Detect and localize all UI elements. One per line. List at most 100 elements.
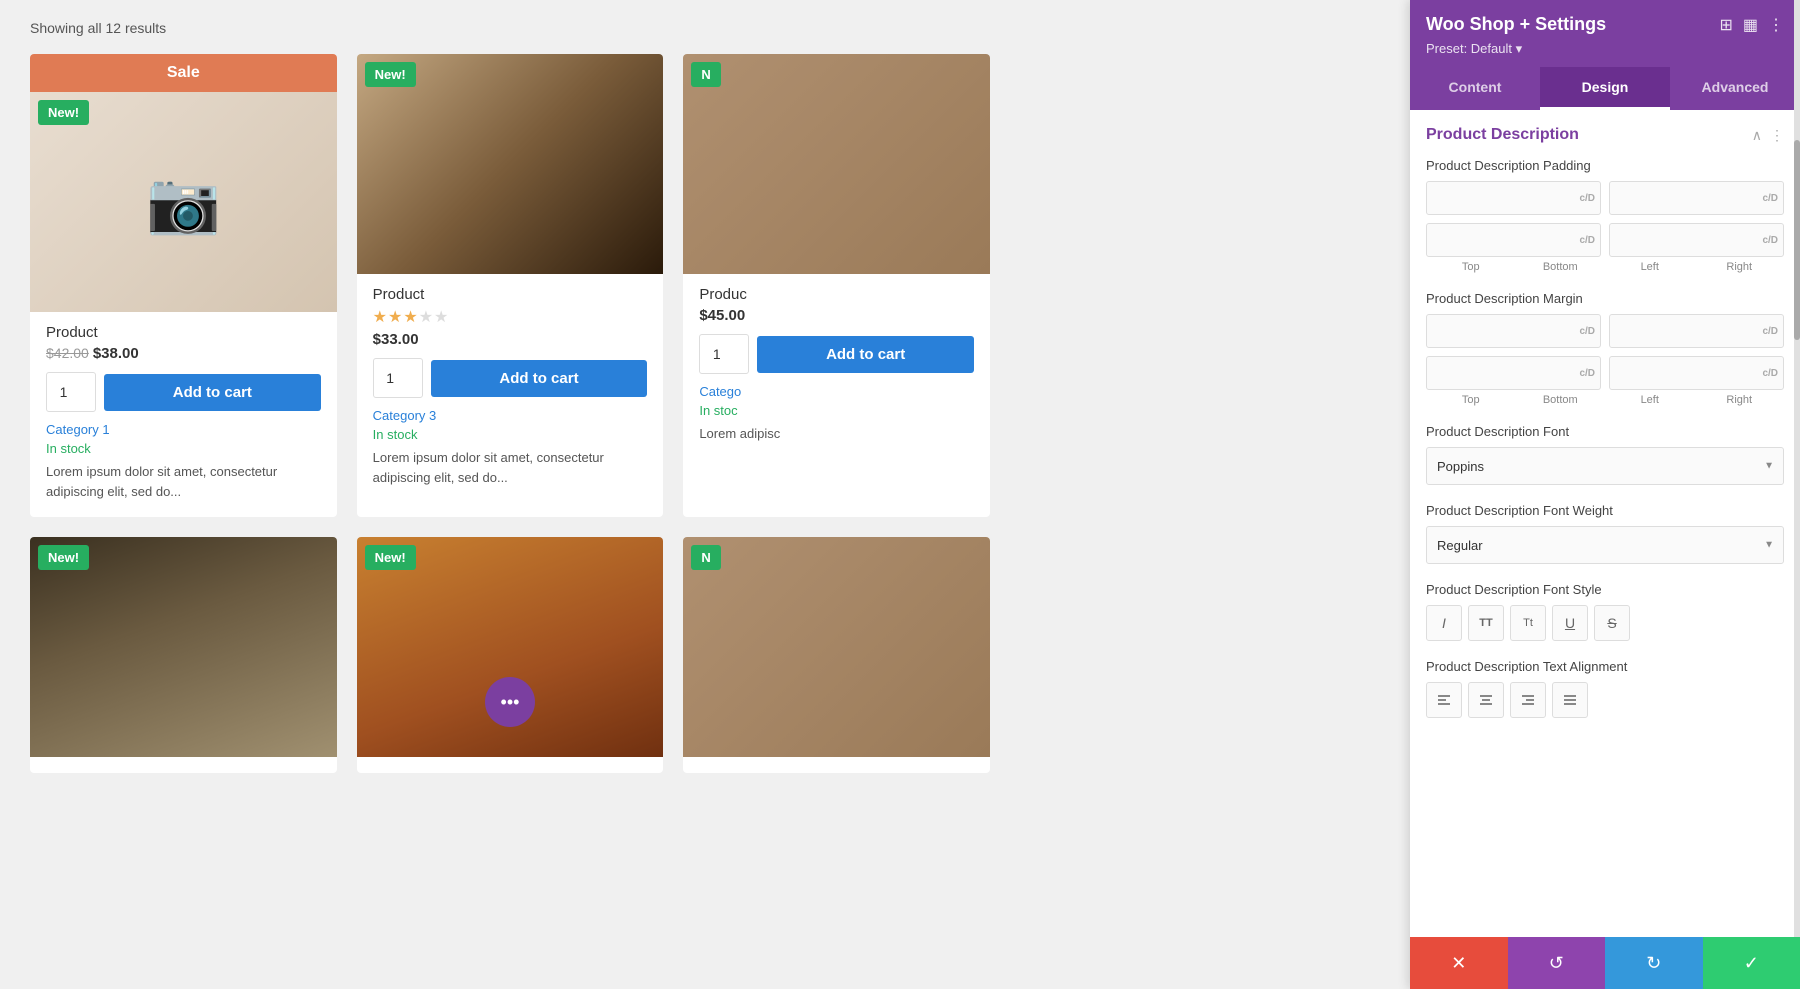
product-card-4: New! xyxy=(30,537,337,773)
padding-left-input-wrap: c/D xyxy=(1426,223,1601,257)
product-card-5: New! ••• xyxy=(357,537,664,773)
margin-left-input[interactable] xyxy=(1426,356,1601,390)
section-collapse-icon[interactable]: ∧ xyxy=(1752,127,1762,144)
products-grid: Sale 📷 New! Product $42.00$38.00 Add to … xyxy=(30,54,990,517)
tab-content[interactable]: Content xyxy=(1410,67,1540,110)
product-card-2: New! Product ★★★★★ $33.00 Add to cart Ca… xyxy=(357,54,664,517)
font-style-buttons: I TT Tt U S xyxy=(1426,605,1784,641)
align-buttons xyxy=(1426,682,1784,718)
price-new-3: $45.00 xyxy=(699,307,745,324)
product-image-5: New! ••• xyxy=(357,537,664,757)
margin-left-unit: c/D xyxy=(1579,368,1595,379)
add-to-cart-row-2: Add to cart xyxy=(373,358,648,398)
add-to-cart-row-3: Add to cart xyxy=(699,334,974,374)
scrollbar-track xyxy=(1794,0,1800,937)
margin-bottom-input-wrap: c/D xyxy=(1609,314,1784,348)
margin-group: Product Description Margin c/D c/D c/D c… xyxy=(1426,291,1784,406)
style-underline-btn[interactable]: U xyxy=(1552,605,1588,641)
add-to-cart-btn-3[interactable]: Add to cart xyxy=(757,336,974,373)
margin-right-label: Right xyxy=(1695,394,1785,406)
padding-top-input-wrap: c/D xyxy=(1426,181,1601,215)
product-price-2: $33.00 xyxy=(373,331,648,348)
bottom-products-grid: New! New! ••• N xyxy=(30,537,990,773)
style-strikethrough-btn[interactable]: S xyxy=(1594,605,1630,641)
category-link-1[interactable]: Category 1 xyxy=(46,422,321,437)
style-capitalize-btn[interactable]: Tt xyxy=(1510,605,1546,641)
margin-right-input[interactable] xyxy=(1609,356,1784,390)
align-left-btn[interactable] xyxy=(1426,682,1462,718)
stock-status-1: In stock xyxy=(46,441,321,456)
padding-bottom-input-wrap: c/D xyxy=(1609,181,1784,215)
qty-input-3[interactable] xyxy=(699,334,749,374)
product-card-6: N xyxy=(683,537,990,773)
product-desc-1: Lorem ipsum dolor sit amet, consectetur … xyxy=(46,462,321,501)
margin-top-unit: c/D xyxy=(1579,326,1595,337)
qty-input-1[interactable] xyxy=(46,372,96,412)
padding-top-input[interactable] xyxy=(1426,181,1601,215)
align-center-btn[interactable] xyxy=(1468,682,1504,718)
product-card-3: N Produc $45.00 Add to cart Catego In st… xyxy=(683,54,990,517)
align-right-btn[interactable] xyxy=(1510,682,1546,718)
product-title-1: Product xyxy=(46,324,321,341)
scrollbar-thumb[interactable] xyxy=(1794,140,1800,340)
margin-top-input[interactable] xyxy=(1426,314,1601,348)
font-weight-group: Product Description Font Weight Regular … xyxy=(1426,503,1784,564)
margin-top-label: Top xyxy=(1426,394,1516,406)
font-style-group: Product Description Font Style I TT Tt U… xyxy=(1426,582,1784,641)
style-uppercase-btn[interactable]: TT xyxy=(1468,605,1504,641)
text-align-label: Product Description Text Alignment xyxy=(1426,659,1784,674)
font-select[interactable]: Poppins Open Sans Roboto xyxy=(1426,447,1784,485)
padding-top-unit: c/D xyxy=(1579,193,1595,204)
style-italic-btn[interactable]: I xyxy=(1426,605,1462,641)
align-justify-btn[interactable] xyxy=(1552,682,1588,718)
price-old-1: $42.00 xyxy=(46,345,89,361)
undo-button[interactable]: ↺ xyxy=(1508,937,1606,989)
add-to-cart-btn-2[interactable]: Add to cart xyxy=(431,360,648,397)
section-more-icon[interactable]: ⋮ xyxy=(1770,127,1784,144)
qty-input-2[interactable] xyxy=(373,358,423,398)
panel-preset[interactable]: Preset: Default ▾ xyxy=(1426,41,1784,57)
panel-icon-layout[interactable]: ▦ xyxy=(1743,15,1758,35)
padding-left-unit: c/D xyxy=(1579,235,1595,246)
product-desc-2: Lorem ipsum dolor sit amet, consectetur … xyxy=(373,448,648,487)
font-weight-select[interactable]: Regular Bold Light xyxy=(1426,526,1784,564)
sale-banner: Sale xyxy=(30,54,337,92)
padding-left-input[interactable] xyxy=(1426,223,1601,257)
panel-icon-more[interactable]: ⋮ xyxy=(1768,15,1784,35)
font-weight-label: Product Description Font Weight xyxy=(1426,503,1784,518)
margin-right-unit: c/D xyxy=(1762,368,1778,379)
padding-right-input-wrap: c/D xyxy=(1609,223,1784,257)
margin-bottom-label: Bottom xyxy=(1516,394,1606,406)
product-desc-3: Lorem adipisc xyxy=(699,424,974,444)
product-stars-2: ★★★★★ xyxy=(373,307,648,327)
category-link-2[interactable]: Category 3 xyxy=(373,408,648,423)
panel-header-icons: ⊞ ▦ ⋮ xyxy=(1719,15,1784,35)
panel-footer: ✕ ↺ ↻ ✓ xyxy=(1410,937,1800,989)
panel-icon-responsive[interactable]: ⊞ xyxy=(1719,15,1732,35)
product-badge-4: New! xyxy=(38,545,89,570)
margin-label: Product Description Margin xyxy=(1426,291,1784,306)
section-header: Product Description ∧ ⋮ xyxy=(1426,126,1784,144)
tab-design[interactable]: Design xyxy=(1540,67,1670,110)
font-style-label: Product Description Font Style xyxy=(1426,582,1784,597)
save-button[interactable]: ✓ xyxy=(1703,937,1800,989)
product-image-6: N xyxy=(683,537,990,757)
padding-right-input[interactable] xyxy=(1609,223,1784,257)
panel-title: Woo Shop + Settings xyxy=(1426,14,1606,35)
product-badge-6: N xyxy=(691,545,720,570)
product-card-1: Sale 📷 New! Product $42.00$38.00 Add to … xyxy=(30,54,337,517)
add-to-cart-btn-1[interactable]: Add to cart xyxy=(104,374,321,411)
cancel-button[interactable]: ✕ xyxy=(1410,937,1508,989)
main-content: Showing all 12 results Sale 📷 New! Produ… xyxy=(0,0,1410,989)
category-link-3[interactable]: Catego xyxy=(699,384,974,399)
padding-group: Product Description Padding c/D c/D c/D … xyxy=(1426,158,1784,273)
text-align-group: Product Description Text Alignment xyxy=(1426,659,1784,718)
settings-panel: Woo Shop + Settings ⊞ ▦ ⋮ Preset: Defaul… xyxy=(1410,0,1800,989)
redo-button[interactable]: ↻ xyxy=(1605,937,1703,989)
margin-bottom-input[interactable] xyxy=(1609,314,1784,348)
product-badge-5: New! xyxy=(365,545,416,570)
price-new-2: $33.00 xyxy=(373,331,419,348)
padding-bottom-input[interactable] xyxy=(1609,181,1784,215)
tab-advanced[interactable]: Advanced xyxy=(1670,67,1800,110)
product-badge-1: New! xyxy=(38,100,89,125)
